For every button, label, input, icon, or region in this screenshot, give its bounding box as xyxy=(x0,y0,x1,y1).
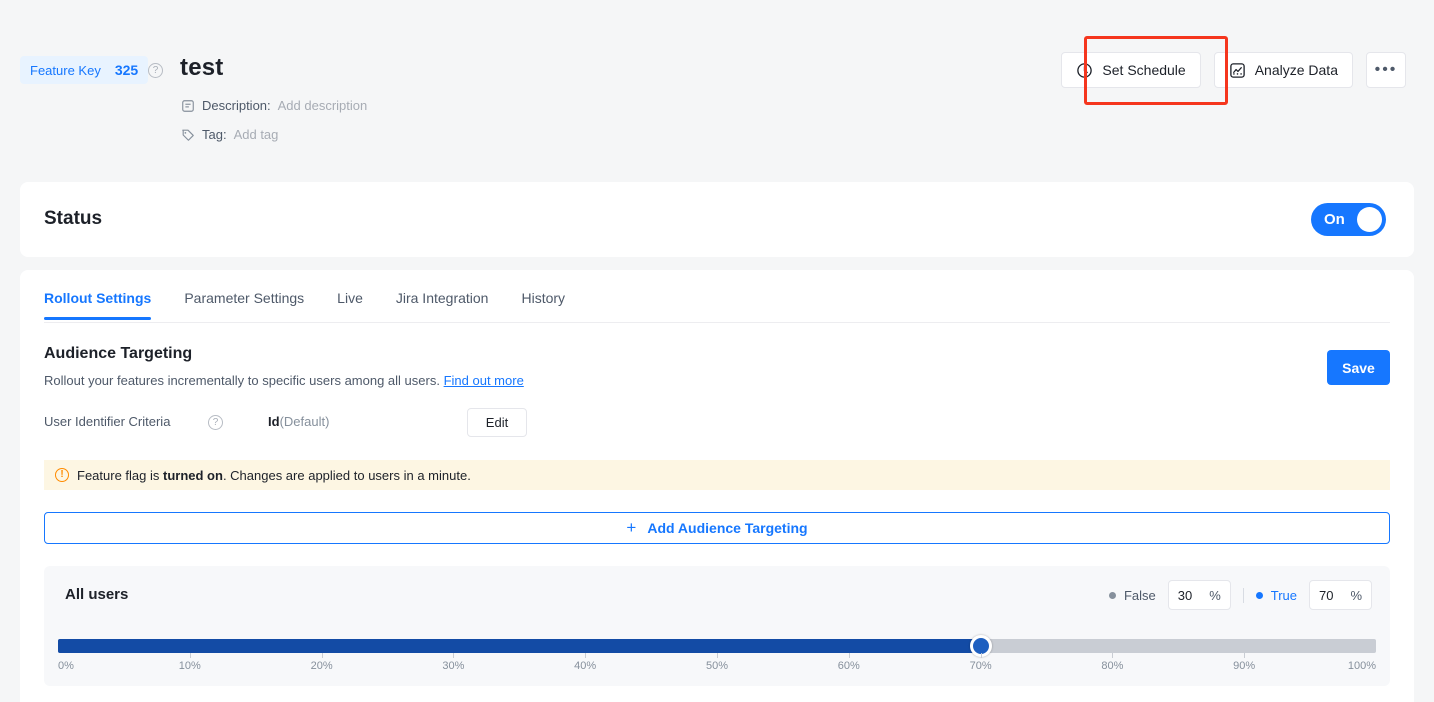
rollout-card: Rollout Settings Parameter Settings Live… xyxy=(20,270,1414,702)
false-dot-icon xyxy=(1108,591,1116,599)
tab-parameter-settings[interactable]: Parameter Settings xyxy=(184,290,304,320)
find-out-more-link[interactable]: Find out more xyxy=(444,373,524,388)
tick-mark xyxy=(1112,653,1114,658)
false-label: False xyxy=(1123,587,1156,603)
tick-label: 60% xyxy=(837,660,860,672)
clock-icon xyxy=(1076,62,1093,79)
warning-suffix: . Changes are applied to users in a minu… xyxy=(222,467,471,483)
tab-jira-integration[interactable]: Jira Integration xyxy=(396,290,489,320)
status-title: Status xyxy=(44,208,103,229)
audience-subtitle-text: Rollout your features incrementally to s… xyxy=(44,373,440,388)
tab-live[interactable]: Live xyxy=(337,290,363,320)
add-audience-targeting-button[interactable]: + Add Audience Targeting xyxy=(44,512,1390,544)
tick-label: 0% xyxy=(58,660,74,672)
tag-placeholder[interactable]: Add tag xyxy=(234,127,279,142)
add-audience-targeting-label: Add Audience Targeting xyxy=(647,520,808,536)
all-users-panel: All users False 30 % True 70 % 0% 10% 20… xyxy=(44,566,1390,686)
user-identifier-criteria-value: Id(Default) xyxy=(268,414,329,429)
status-toggle-label: On xyxy=(1324,211,1345,228)
page-title: test xyxy=(180,54,224,81)
true-percent-input[interactable]: 70 % xyxy=(1309,580,1372,610)
description-row[interactable]: Description: Add description xyxy=(181,98,367,113)
true-legend: True xyxy=(1255,587,1297,603)
tick-mark xyxy=(848,653,850,658)
status-card: Status On xyxy=(20,182,1414,257)
warning-bold: turned on xyxy=(163,467,223,483)
description-placeholder[interactable]: Add description xyxy=(278,98,368,113)
tick-mark xyxy=(717,653,718,658)
all-users-title: All users xyxy=(65,586,129,603)
toggle-knob xyxy=(1357,207,1382,232)
audience-targeting-title: Audience Targeting xyxy=(44,345,193,362)
feature-key-value: 325 xyxy=(114,62,139,78)
tick-mark xyxy=(1244,653,1246,658)
set-schedule-label: Set Schedule xyxy=(1102,62,1186,78)
true-percent-value: 70 xyxy=(1319,587,1334,603)
feature-flag-warning-banner: ! Feature flag is turned on. Changes are… xyxy=(44,460,1390,490)
plus-icon: + xyxy=(626,518,637,537)
warning-prefix: Feature flag is xyxy=(77,467,163,483)
tick-label: 70% xyxy=(969,660,992,672)
tick-mark xyxy=(321,653,323,658)
criteria-value-default: (Default) xyxy=(279,414,330,429)
question-circle-icon[interactable]: ? xyxy=(208,415,223,430)
tick-mark xyxy=(585,653,587,658)
warning-text: Feature flag is turned on. Changes are a… xyxy=(77,468,471,483)
feature-key-label: Feature Key xyxy=(30,62,101,78)
set-schedule-button[interactable]: Set Schedule xyxy=(1061,52,1201,88)
edit-criteria-button[interactable]: Edit xyxy=(467,408,527,437)
tick-label: 10% xyxy=(178,660,201,672)
tick-mark xyxy=(453,653,455,658)
tick-label: 80% xyxy=(1101,660,1124,672)
false-percent-value: 30 xyxy=(1177,587,1193,603)
slider-ticks: 0% 10% 20% 30% 40% 50% 60% 70% 80% 90% 100% xyxy=(58,653,1376,675)
true-dot-icon xyxy=(1255,591,1263,599)
false-percent-input[interactable]: 30 % xyxy=(1167,580,1231,610)
tag-icon xyxy=(181,128,195,142)
tag-row[interactable]: Tag: Add tag xyxy=(181,127,278,142)
header-actions: Set Schedule Analyze Data ••• xyxy=(1061,52,1406,88)
status-toggle[interactable]: On xyxy=(1311,203,1386,236)
save-button[interactable]: Save xyxy=(1327,350,1390,385)
tick-label: 100% xyxy=(1347,660,1376,672)
tab-divider xyxy=(44,322,1390,323)
page-header: Feature Key 325 ? test Description: Add … xyxy=(0,0,1434,160)
rollout-slider[interactable] xyxy=(58,635,1376,657)
tick-label: 50% xyxy=(705,660,729,672)
analyze-data-label: Analyze Data xyxy=(1254,62,1338,78)
divider xyxy=(1242,587,1244,603)
more-options-button[interactable]: ••• xyxy=(1366,52,1406,88)
tab-rollout-settings[interactable]: Rollout Settings xyxy=(44,290,152,320)
tick-label: 90% xyxy=(1233,660,1256,672)
tick-label: 40% xyxy=(574,660,597,672)
description-icon xyxy=(181,99,195,113)
analyze-data-button[interactable]: Analyze Data xyxy=(1213,52,1353,88)
percent-symbol: % xyxy=(1209,587,1221,603)
true-label: True xyxy=(1270,587,1297,603)
tab-history[interactable]: History xyxy=(521,290,565,320)
tick-mark xyxy=(980,653,982,658)
tick-label: 20% xyxy=(310,660,333,672)
exclamation-circle-icon: ! xyxy=(55,468,69,482)
description-label: Description: xyxy=(202,98,271,113)
variation-percent-controls: False 30 % True 70 % xyxy=(1108,580,1372,610)
user-identifier-criteria-label: User Identifier Criteria xyxy=(44,414,171,429)
feature-key-badge: Feature Key 325 xyxy=(20,56,149,84)
percent-symbol: % xyxy=(1350,587,1362,603)
question-circle-icon[interactable]: ? xyxy=(148,63,163,78)
false-legend: False xyxy=(1108,587,1156,603)
tab-bar: Rollout Settings Parameter Settings Live… xyxy=(44,290,565,320)
slider-fill xyxy=(58,639,981,653)
tick-mark xyxy=(189,653,191,658)
tick-label: 30% xyxy=(442,660,465,672)
chart-box-icon xyxy=(1229,62,1246,79)
audience-targeting-subtitle: Rollout your features incrementally to s… xyxy=(44,373,524,388)
tag-label: Tag: xyxy=(202,127,227,142)
criteria-value-primary: Id xyxy=(268,414,280,429)
